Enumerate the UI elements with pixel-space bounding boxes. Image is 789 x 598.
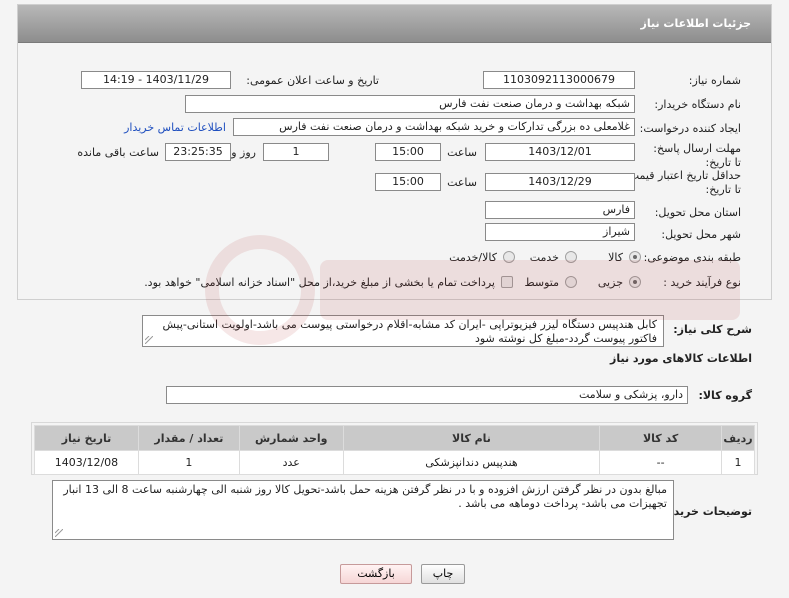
buyer-org-field: شبکه بهداشت و درمان صنعت نفت فارس (185, 95, 635, 113)
summary-textarea[interactable]: کابل هندپیس دستگاه لیزر فیزیوتراپی -ایرا… (142, 315, 664, 347)
print-button[interactable]: چاپ (421, 564, 465, 584)
price-validity-date: 1403/12/29 (485, 173, 635, 191)
cell-need-date: 1403/12/08 (34, 450, 139, 475)
reply-deadline-time: 15:00 (375, 143, 441, 161)
treasury-payment-checkbox[interactable] (501, 276, 513, 288)
table-row: 1 -- هندپیس دندانپزشکی عدد 1 1403/12/08 (34, 450, 755, 475)
category-option-goods: کالا (608, 251, 623, 264)
price-validity-time: 15:00 (375, 173, 441, 191)
cell-unit: عدد (238, 450, 344, 475)
cell-quantity: 1 (137, 450, 240, 475)
buyer-notes-textarea[interactable]: مبالغ بدون در نظر گرفتن ارزش افزوده و با… (52, 480, 674, 540)
process-option-medium: متوسط (524, 276, 559, 289)
announce-datetime-label: تاریخ و ساعت اعلان عمومی: (246, 74, 379, 87)
remaining-time-field: 23:25:35 (165, 143, 231, 161)
summary-label: شرح کلی نیاز: (673, 323, 752, 336)
reply-deadline-label: مهلت ارسال پاسخ: تا تاریخ: (653, 142, 741, 169)
resize-grip-icon (145, 336, 153, 344)
goods-table-header-row: ردیف کد کالا نام کالا واحد شمارش تعداد /… (34, 425, 755, 451)
goods-group-field: دارو، پزشکی و سلامت (166, 386, 688, 404)
reply-time-label: ساعت (447, 146, 477, 159)
summary-text: کابل هندپیس دستگاه لیزر فیزیوتراپی -ایرا… (162, 318, 657, 345)
panel-title: جزئیات اطلاعات نیاز (640, 17, 752, 30)
reply-deadline-date: 1403/12/01 (485, 143, 635, 161)
process-type-label: نوع فرآیند خرید : (663, 276, 741, 289)
category-label: طبقه بندی موضوعی: (643, 251, 741, 264)
requester-field: غلامعلی ده بزرگی تدارکات و خرید شبکه بهد… (233, 118, 635, 136)
treasury-payment-note: پرداخت تمام یا بخشی از مبلغ خرید،از محل … (144, 276, 495, 289)
goods-group-label: گروه کالا: (698, 389, 752, 402)
price-time-label: ساعت (447, 176, 477, 189)
col-quantity: تعداد / مقدار (137, 425, 240, 451)
goods-info-title: اطلاعات کالاهای مورد نیاز (610, 352, 752, 365)
buyer-org-label: نام دستگاه خریدار: (654, 98, 741, 111)
buyer-contact-link[interactable]: اطلاعات تماس خریدار (124, 121, 226, 134)
process-radio-medium[interactable] (565, 276, 577, 288)
resize-grip-icon (55, 529, 63, 537)
panel-header: جزئیات اطلاعات نیاز (18, 5, 771, 43)
province-label: استان محل تحویل: (654, 206, 741, 219)
days-label: روز و (231, 146, 256, 159)
cell-name: هندپیس دندانپزشکی (342, 450, 601, 475)
process-radio-minor[interactable] (629, 276, 641, 288)
col-code: کد کالا (599, 425, 723, 451)
price-validity-label: حداقل تاریخ اعتبار قیمت: تا تاریخ: (625, 169, 741, 196)
need-number-field: 1103092113000679 (483, 71, 635, 89)
need-details-panel: جزئیات اطلاعات نیاز شماره نیاز: 11030921… (17, 4, 772, 300)
col-need-date: تاریخ نیاز (34, 425, 139, 451)
col-name: نام کالا (342, 425, 601, 451)
cell-code: -- (599, 450, 723, 475)
city-label: شهر محل تحویل: (661, 228, 741, 241)
city-field: شیراز (485, 223, 635, 241)
col-unit: واحد شمارش (238, 425, 344, 451)
requester-label: ایجاد کننده درخواست: (639, 122, 741, 135)
category-radio-goods-service[interactable] (503, 251, 515, 263)
category-radio-goods[interactable] (629, 251, 641, 263)
remaining-time-label: ساعت باقی مانده (77, 146, 159, 159)
process-option-minor: جزیی (597, 276, 623, 289)
category-option-goods-service: کالا/خدمت (449, 251, 497, 264)
goods-table: ردیف کد کالا نام کالا واحد شمارش تعداد /… (34, 425, 755, 475)
announce-datetime-field: 1403/11/29 - 14:19 (81, 71, 231, 89)
back-button[interactable]: بازگشت (340, 564, 412, 584)
province-field: فارس (485, 201, 635, 219)
category-radio-service[interactable] (565, 251, 577, 263)
buyer-notes-text: مبالغ بدون در نظر گرفتن ارزش افزوده و با… (63, 483, 667, 510)
cell-row: 1 (721, 450, 755, 475)
col-row: ردیف (721, 425, 755, 451)
goods-panel: شرح کلی نیاز: کابل هندپیس دستگاه لیزر فی… (17, 307, 772, 555)
reply-days-field: 1 (263, 143, 329, 161)
need-number-label: شماره نیاز: (688, 74, 741, 87)
category-option-service: خدمت (529, 251, 559, 264)
